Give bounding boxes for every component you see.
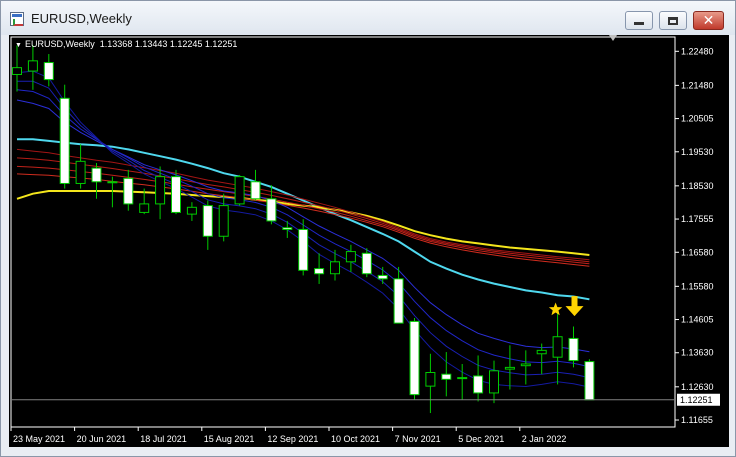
candle-body[interactable] xyxy=(457,377,468,380)
candle-body[interactable] xyxy=(155,176,166,205)
candle-body[interactable] xyxy=(361,252,372,275)
candle-body[interactable] xyxy=(43,62,54,81)
x-tick-label: 10 Oct 2021 xyxy=(331,434,380,444)
candle-body[interactable] xyxy=(314,268,325,275)
chart-shift-marker-icon[interactable] xyxy=(609,35,617,41)
y-tick-label: 1.17555 xyxy=(681,214,714,224)
candle-body[interactable] xyxy=(377,274,388,280)
candle-body[interactable] xyxy=(250,181,261,200)
candle-body[interactable] xyxy=(298,228,309,271)
maximize-icon xyxy=(668,16,678,25)
candle-body[interactable] xyxy=(345,251,356,263)
y-tick-label: 1.16580 xyxy=(681,247,714,257)
chart-window: EURUSD,Weekly ✕ 1.22480 1.21480 1.20505 1.1… xyxy=(0,0,736,457)
y-tick-label: 1.13630 xyxy=(681,348,714,358)
x-tick-label: 12 Sep 2021 xyxy=(267,434,318,444)
candle-body[interactable] xyxy=(234,176,245,205)
y-tick-label: 1.11655 xyxy=(681,415,713,425)
candle-body[interactable] xyxy=(409,320,420,396)
y-tick-label: 1.12630 xyxy=(681,382,714,392)
candle-body[interactable] xyxy=(441,373,452,380)
plot-frame xyxy=(10,36,676,428)
candle-body[interactable] xyxy=(536,349,547,355)
title-bar[interactable]: EURUSD,Weekly ✕ xyxy=(1,1,735,35)
candle-body[interactable] xyxy=(171,176,181,213)
x-tick-label: 23 May 2021 xyxy=(13,434,65,444)
x-tick-label: 15 Aug 2021 xyxy=(204,434,255,444)
x-tick-label: 20 Jun 2021 xyxy=(77,434,127,444)
candle-body[interactable] xyxy=(75,160,86,184)
symbol-info: ▼ EURUSD,Weekly 1.13368 1.13443 1.12245 1… xyxy=(15,39,237,49)
candle-body[interactable] xyxy=(393,278,404,324)
candle-body[interactable] xyxy=(473,375,484,394)
y-tick-label: 1.15580 xyxy=(681,281,714,291)
window-title: EURUSD,Weekly xyxy=(31,11,132,26)
candle-body[interactable] xyxy=(107,181,118,184)
chart-window-icon xyxy=(10,12,24,26)
candle-body[interactable] xyxy=(584,361,595,401)
x-tick-label: 2 Jan 2022 xyxy=(522,434,567,444)
y-tick-label: 1.21480 xyxy=(681,80,714,90)
x-tick-label: 7 Nov 2021 xyxy=(395,434,441,444)
candle-body[interactable] xyxy=(218,205,229,237)
candle-body[interactable] xyxy=(12,67,22,75)
arrow-down-icon xyxy=(565,296,584,317)
candle-body[interactable] xyxy=(27,60,38,72)
close-icon: ✕ xyxy=(702,12,715,29)
candle-body[interactable] xyxy=(202,205,213,237)
candle-body[interactable] xyxy=(282,227,293,230)
y-tick-label: 1.18530 xyxy=(681,181,714,191)
minimize-icon xyxy=(634,22,644,25)
candle-body[interactable] xyxy=(425,372,436,387)
chart-canvas[interactable]: 1.22480 1.21480 1.20505 1.19530 1.18530 1.175… xyxy=(9,35,729,447)
candle-body[interactable] xyxy=(489,370,499,394)
candle-body[interactable] xyxy=(91,167,102,183)
current-price-label: 1.12251 xyxy=(680,395,713,405)
candle-body[interactable] xyxy=(186,206,197,215)
close-button[interactable]: ✕ xyxy=(693,11,724,30)
y-tick-label: 1.20505 xyxy=(681,114,714,124)
maximize-button[interactable] xyxy=(659,11,687,30)
candle-body[interactable] xyxy=(59,97,70,184)
candle-body[interactable] xyxy=(139,203,150,213)
collapse-triangle-icon[interactable]: ▼ xyxy=(15,42,22,49)
y-tick-label: 1.22480 xyxy=(681,46,714,56)
y-tick-label: 1.14605 xyxy=(681,315,714,325)
candle-body[interactable] xyxy=(504,366,515,370)
candle-body[interactable] xyxy=(330,261,340,275)
candle-body[interactable] xyxy=(520,363,531,367)
candle-body[interactable] xyxy=(552,336,563,358)
x-tick-label: 18 Jul 2021 xyxy=(140,434,187,444)
y-tick-label: 1.19530 xyxy=(681,147,714,157)
candle-body[interactable] xyxy=(123,177,134,205)
symbol-ohlc-text: EURUSD,Weekly 1.13368 1.13443 1.12245 1.… xyxy=(24,39,238,49)
star-icon xyxy=(548,302,563,316)
candle-body[interactable] xyxy=(266,198,277,222)
price-chart[interactable]: 1.22480 1.21480 1.20505 1.19530 1.18530 1.175… xyxy=(9,35,729,447)
candle-body[interactable] xyxy=(568,337,579,362)
minimize-button[interactable] xyxy=(625,11,653,30)
x-tick-label: 5 Dec 2021 xyxy=(458,434,504,444)
